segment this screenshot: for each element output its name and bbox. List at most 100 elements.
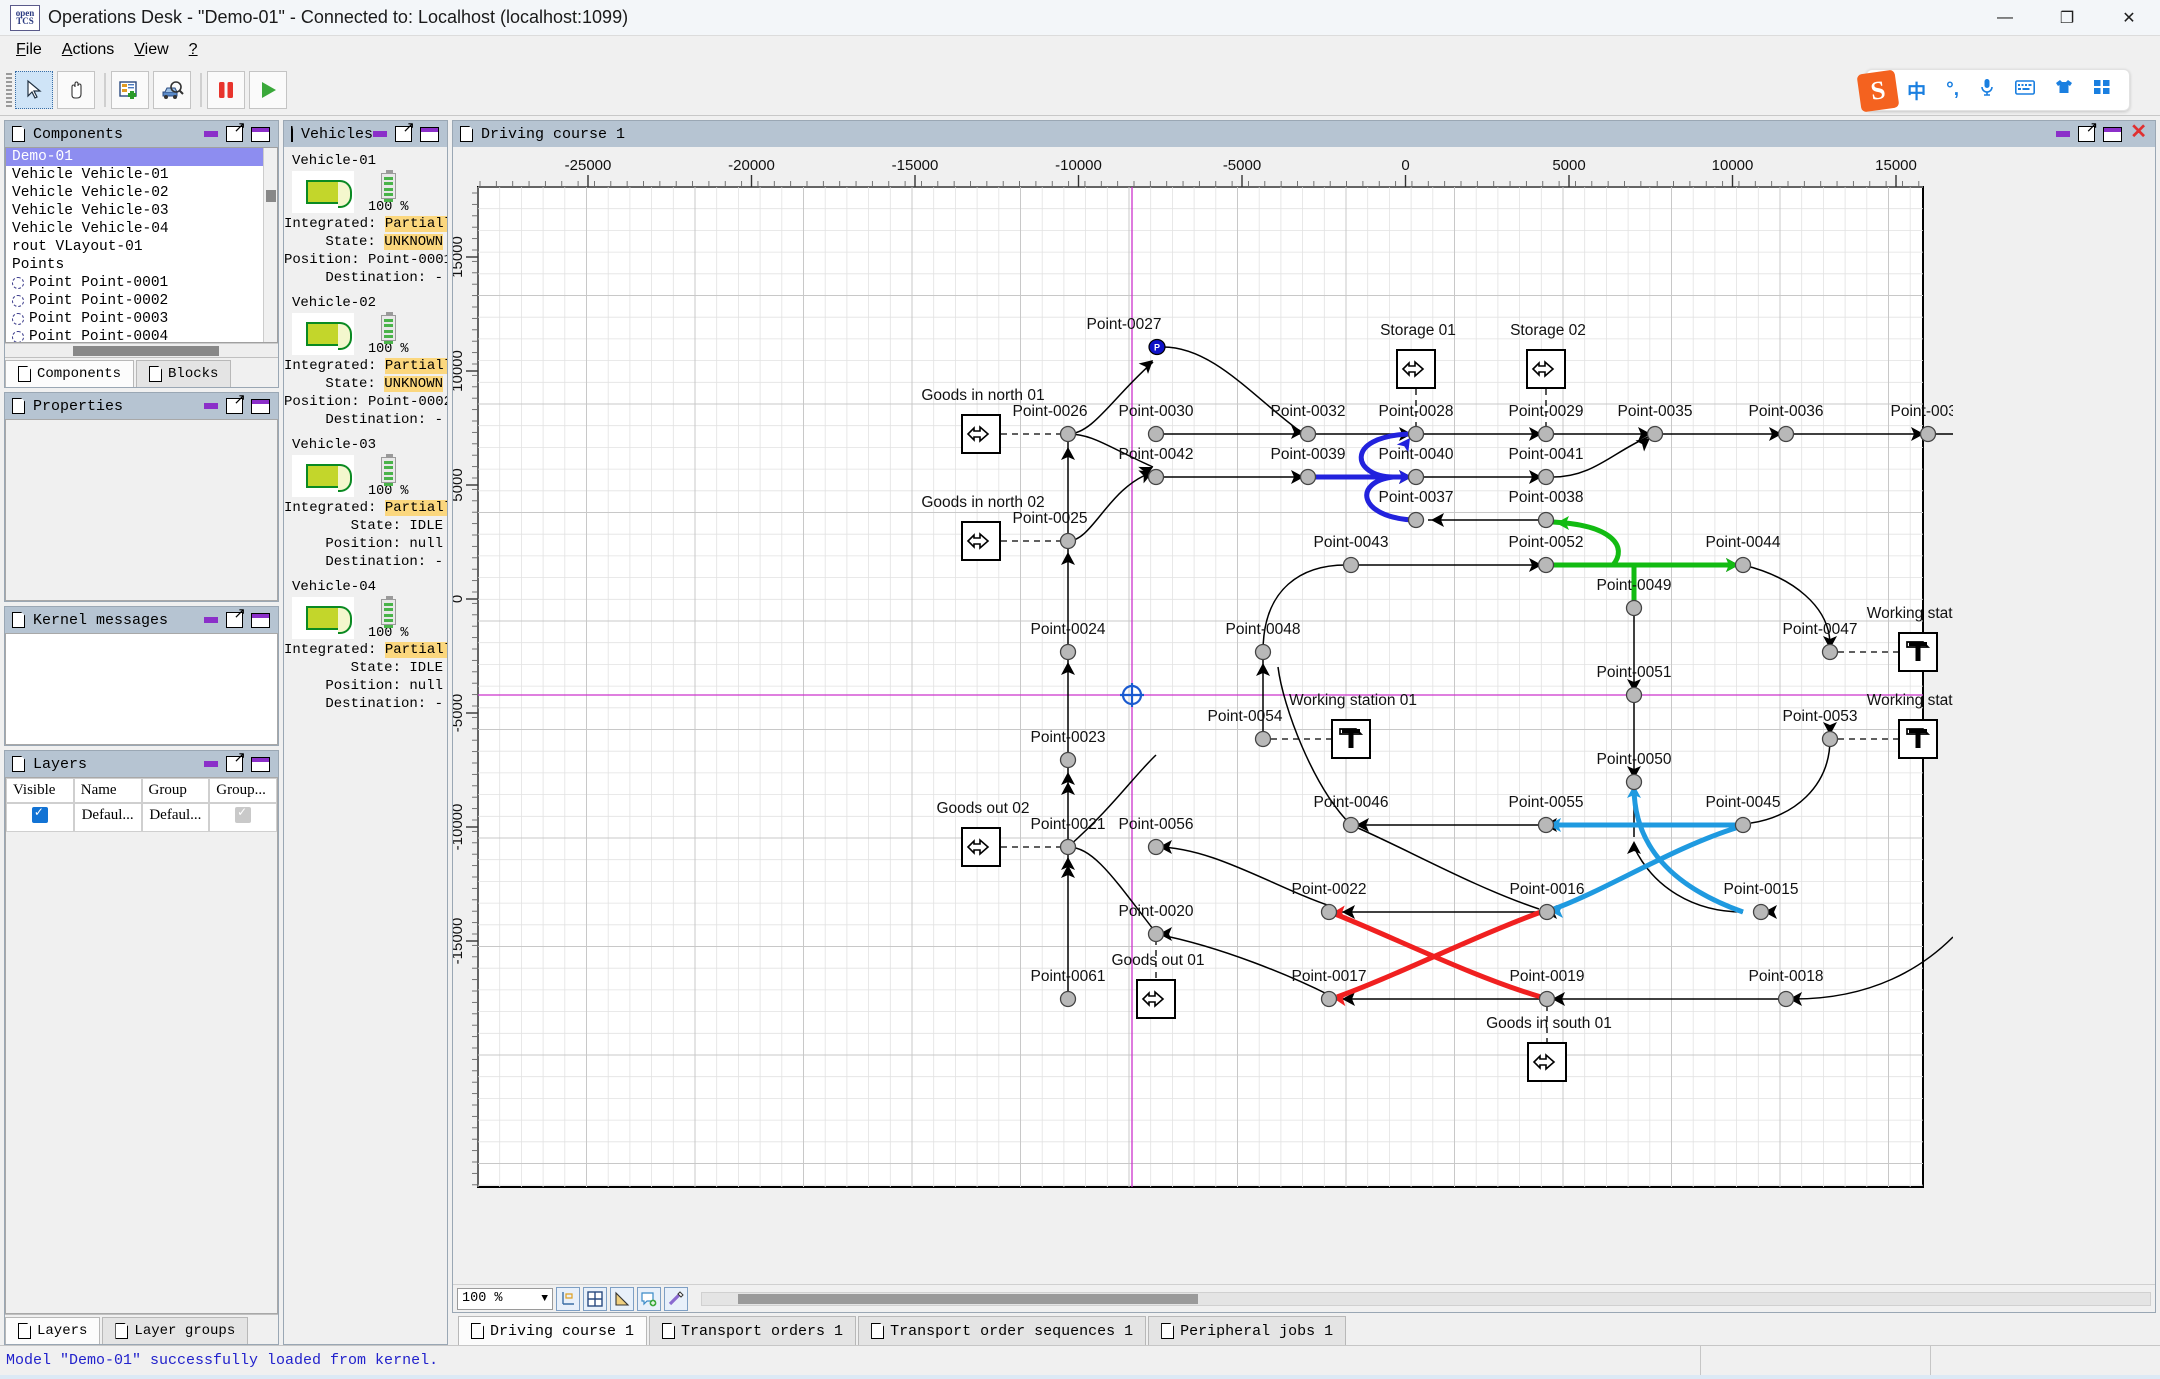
components-vertical-scrollbar[interactable] (263, 148, 277, 342)
tab-transport-order-sequences[interactable]: Transport order sequences 1 (858, 1316, 1146, 1345)
column-header-group[interactable]: Group (142, 778, 210, 803)
point-label: Point-0021 (1031, 816, 1106, 833)
tab-blocks[interactable]: Blocks (136, 360, 231, 387)
column-header-name[interactable]: Name (74, 778, 142, 803)
resume-all-vehicles-button[interactable] (249, 71, 287, 109)
minimize-icon[interactable] (204, 761, 218, 767)
driving-course-canvas[interactable]: -25000-20000-15000-10000-500005000100001… (453, 147, 2155, 1284)
tree-item-point-0003[interactable]: Point Point-0003 (6, 310, 277, 328)
vehicles-list[interactable]: Vehicle-01100 %Integrated: PartiallyStat… (284, 147, 447, 1344)
ime-punctuation-icon[interactable]: °, (1946, 79, 1959, 101)
ime-microphone-icon[interactable] (1979, 78, 1995, 102)
maximize-icon[interactable] (2103, 127, 2122, 142)
minimize-icon[interactable] (2056, 131, 2070, 137)
menu-actions[interactable]: Actions (52, 38, 124, 62)
tree-item-vehicle-01[interactable]: Vehicle Vehicle-01 (6, 166, 277, 184)
menu-help[interactable]: ? (179, 38, 208, 62)
tree-item-point-0002[interactable]: Point Point-0002 (6, 292, 277, 310)
tab-layers[interactable]: Layers (5, 1317, 100, 1344)
tab-driving-course[interactable]: Driving course 1 (458, 1316, 647, 1345)
menu-view[interactable]: View (124, 38, 178, 62)
float-icon[interactable] (226, 398, 243, 414)
ime-keyboard-icon[interactable] (2015, 79, 2035, 101)
tree-item-model[interactable]: Demo-01 (6, 148, 277, 166)
components-tree[interactable]: Demo-01 Vehicle Vehicle-01 Vehicle Vehic… (5, 147, 278, 343)
tab-components[interactable]: Components (5, 360, 134, 387)
tree-item-vehicle-04[interactable]: Vehicle Vehicle-04 (6, 220, 277, 238)
cell-group-visible[interactable] (209, 803, 277, 832)
vehicle-entry[interactable]: Vehicle-03100 %Integrated: PartiallyStat… (284, 435, 447, 571)
vehicle-figure[interactable] (292, 597, 354, 639)
minimize-button[interactable]: — (1974, 0, 2036, 36)
create-transport-order-button[interactable] (111, 71, 149, 109)
ime-language-icon[interactable]: 中 (1907, 77, 1926, 104)
vehicle-entry[interactable]: Vehicle-02100 %Integrated: PartiallyStat… (284, 293, 447, 429)
maximize-icon[interactable] (251, 399, 270, 414)
toolbar-drag-handle[interactable] (6, 73, 12, 107)
maximize-button[interactable]: ❐ (2036, 0, 2098, 36)
tree-item-point-0004[interactable]: Point Point-0004 (6, 328, 277, 343)
components-horizontal-scrollbar[interactable] (5, 343, 278, 357)
y-axis-tick: 15000 (453, 236, 466, 278)
column-header-group-visible[interactable]: Group... (209, 778, 277, 803)
tree-item-vlayout[interactable]: rout VLayout-01 (6, 238, 277, 256)
pan-tool-button[interactable] (57, 71, 95, 109)
group-visible-checkbox[interactable] (235, 807, 251, 823)
ime-skin-icon[interactable] (2055, 79, 2073, 101)
maximize-icon[interactable] (420, 127, 439, 142)
cell-name[interactable]: Defaul... (74, 803, 142, 832)
tree-item-vehicle-02[interactable]: Vehicle Vehicle-02 (6, 184, 277, 202)
select-tool-button[interactable] (15, 71, 53, 109)
minimize-icon[interactable] (204, 617, 218, 623)
float-icon[interactable] (226, 612, 243, 628)
tree-item-point-0001[interactable]: Point Point-0001 (6, 274, 277, 292)
vehicle-entry[interactable]: Vehicle-01100 %Integrated: PartiallyStat… (284, 151, 447, 287)
table-row[interactable]: Defaul... Defaul... (6, 803, 277, 832)
menu-file[interactable]: File (6, 38, 52, 62)
cell-visible[interactable] (6, 803, 74, 832)
scrollbar-thumb[interactable] (266, 190, 276, 202)
sogou-logo-icon[interactable]: S (1857, 70, 1900, 113)
column-header-visible[interactable]: Visible (6, 778, 74, 803)
tab-layer-groups[interactable]: Layer groups (102, 1317, 248, 1344)
measure-button[interactable] (664, 1287, 688, 1311)
float-icon[interactable] (395, 126, 412, 142)
minimize-icon[interactable] (204, 131, 218, 137)
vehicle-figure[interactable] (292, 455, 354, 497)
ruler-button[interactable] (610, 1287, 634, 1311)
ime-apps-icon[interactable] (2093, 79, 2111, 101)
tab-peripheral-jobs[interactable]: Peripheral jobs 1 (1148, 1316, 1346, 1345)
find-vehicle-button[interactable] (153, 71, 191, 109)
minimize-icon[interactable] (204, 403, 218, 409)
maximize-icon[interactable] (251, 757, 270, 772)
vehicle-figure[interactable] (292, 313, 354, 355)
close-button[interactable]: ✕ (2098, 0, 2160, 36)
toggle-grid-button[interactable] (583, 1287, 607, 1311)
vehicle-entry[interactable]: Vehicle-04100 %Integrated: PartiallyStat… (284, 577, 447, 713)
battery-icon (381, 599, 396, 625)
cell-group[interactable]: Defaul... (142, 803, 210, 832)
horizontal-scrollbar[interactable] (701, 1292, 2151, 1306)
battery-level: 100 % (368, 200, 409, 215)
close-icon[interactable]: ✕ (2130, 127, 2147, 141)
visible-checkbox[interactable] (32, 807, 48, 823)
minimize-icon[interactable] (373, 131, 387, 137)
fit-to-window-button[interactable] (556, 1287, 580, 1311)
add-label-button[interactable] (637, 1287, 661, 1311)
pause-all-vehicles-button[interactable] (207, 71, 245, 109)
float-icon[interactable] (2078, 126, 2095, 142)
tree-item-vehicle-03[interactable]: Vehicle Vehicle-03 (6, 202, 277, 220)
tree-item-points-folder[interactable]: Points (6, 256, 277, 274)
scrollbar-thumb[interactable] (738, 1294, 1198, 1304)
scrollbar-thumb[interactable] (73, 346, 219, 356)
tab-transport-orders[interactable]: Transport orders 1 (649, 1316, 856, 1345)
course-svg[interactable]: -25000-20000-15000-10000-500005000100001… (453, 147, 1953, 1222)
destination-value: - (435, 270, 443, 286)
float-icon[interactable] (226, 126, 243, 142)
vehicle-figure[interactable] (292, 171, 354, 213)
maximize-icon[interactable] (251, 127, 270, 142)
maximize-icon[interactable] (251, 613, 270, 628)
float-icon[interactable] (226, 756, 243, 772)
zoom-level-select[interactable]: 100 % ▼ (457, 1288, 553, 1310)
kernel-messages-list[interactable] (5, 633, 278, 745)
